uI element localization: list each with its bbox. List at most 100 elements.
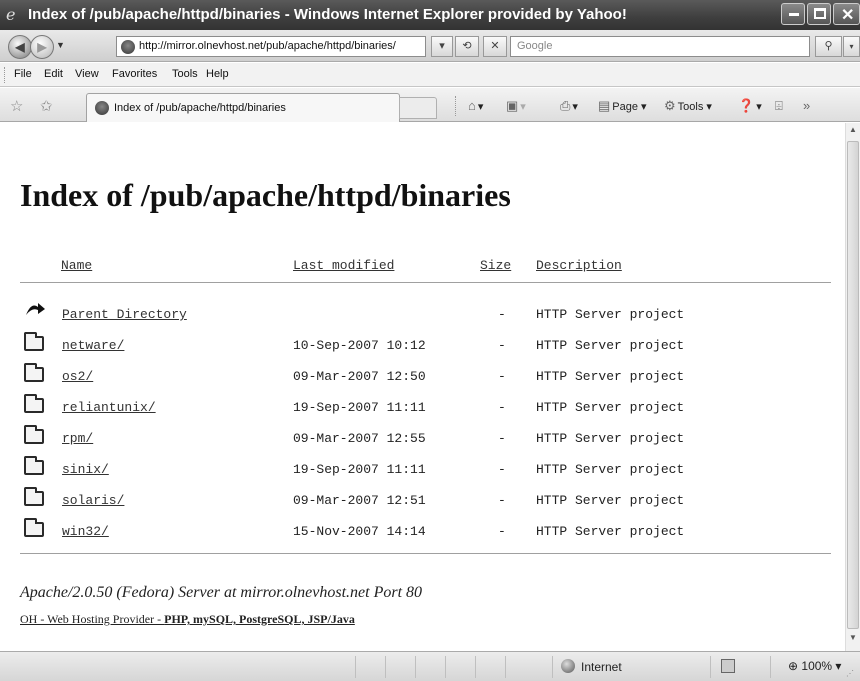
status-divider <box>770 656 771 678</box>
table-row: sinix/ 19-Sep-2007 11:11 - HTTP Server p… <box>20 456 831 484</box>
menu-edit[interactable]: Edit <box>44 68 63 80</box>
page-icon: ▤ <box>598 98 611 113</box>
entry-link[interactable]: Parent Directory <box>62 307 187 322</box>
research-icon: ⌹ <box>775 98 783 113</box>
address-dropdown-button[interactable]: ▾ <box>431 36 453 57</box>
protected-mode-icon[interactable] <box>721 659 735 673</box>
entry-link[interactable]: win32/ <box>62 524 109 539</box>
table-row: rpm/ 09-Mar-2007 12:55 - HTTP Server pro… <box>20 425 831 453</box>
server-signature: Apache/2.0.50 (Fedora) Server at mirror.… <box>20 584 423 601</box>
window-title: Index of /pub/apache/httpd/binaries - Wi… <box>28 6 627 23</box>
site-favicon-icon <box>95 101 109 115</box>
minimize-button[interactable] <box>781 3 805 25</box>
status-divider <box>475 656 476 678</box>
close-button[interactable]: ✕ <box>833 3 860 25</box>
entry-link[interactable]: sinix/ <box>62 462 109 477</box>
column-header-last-modified[interactable]: Last modified <box>293 258 394 273</box>
zoom-icon: ⊕ <box>788 659 802 673</box>
address-bar[interactable]: http://mirror.olnevhost.net/pub/apache/h… <box>116 36 426 57</box>
tab-current-page[interactable]: Index of /pub/apache/httpd/binaries <box>86 93 400 122</box>
refresh-icon: ⟲ <box>462 40 472 52</box>
search-button[interactable]: ⚲ <box>815 36 842 57</box>
search-options-button[interactable]: ▾ <box>843 36 860 57</box>
status-divider <box>385 656 386 678</box>
hosting-provider-link[interactable]: OH - Web Hosting Provider - PHP, mySQL, … <box>20 612 355 627</box>
menu-file[interactable]: File <box>14 68 32 80</box>
toolbar-overflow-button[interactable]: » <box>803 98 812 113</box>
search-box[interactable]: Google <box>510 36 810 57</box>
entry-link[interactable]: netware/ <box>62 338 124 353</box>
table-row: win32/ 15-Nov-2007 14:14 - HTTP Server p… <box>20 518 831 546</box>
search-placeholder: Google <box>517 40 553 52</box>
zoom-level-label: 100% <box>801 659 833 673</box>
entry-size: - <box>498 431 506 446</box>
entry-size: - <box>498 307 506 322</box>
entry-size: - <box>498 462 506 477</box>
favorites-star-icon[interactable]: ☆ <box>10 97 23 115</box>
status-divider <box>415 656 416 678</box>
table-row: solaris/ 09-Mar-2007 12:51 - HTTP Server… <box>20 487 831 515</box>
gear-icon: ⚙ <box>664 98 676 113</box>
help-icon: ❓ <box>738 98 755 113</box>
tools-menu-label: Tools <box>677 101 704 113</box>
print-button[interactable]: ⎙ ▾ <box>560 98 578 114</box>
page-menu-button[interactable]: ▤ Page ▾ <box>598 98 647 114</box>
folder-icon <box>24 487 44 506</box>
chevron-right-icon: » <box>803 98 811 113</box>
help-button[interactable]: ❓ ▾ <box>738 98 762 114</box>
parent-directory-icon <box>24 301 45 319</box>
scroll-down-arrow-icon[interactable]: ▼ <box>846 633 860 649</box>
zoom-level[interactable]: ⊕ 100% ▾ <box>788 659 841 673</box>
add-favorites-icon[interactable]: ✩ <box>40 97 53 115</box>
address-url[interactable]: http://mirror.olnevhost.net/pub/apache/h… <box>139 40 396 52</box>
refresh-button[interactable]: ⟲ <box>455 36 479 57</box>
column-header-description[interactable]: Description <box>536 258 622 273</box>
chevron-down-icon: ▾ <box>439 40 445 52</box>
maximize-button[interactable] <box>807 3 831 25</box>
title-bar: e Index of /pub/apache/httpd/binaries - … <box>0 0 860 30</box>
entry-size: - <box>498 338 506 353</box>
entry-link[interactable]: reliantunix/ <box>62 400 156 415</box>
menu-bar: File Edit View Favorites Tools Help <box>0 63 860 87</box>
menu-help[interactable]: Help <box>206 68 229 80</box>
folder-icon <box>24 425 44 444</box>
ie-logo-icon: e <box>6 5 16 24</box>
entry-modified: 09-Mar-2007 12:50 <box>293 369 426 384</box>
status-divider <box>710 656 711 678</box>
stop-button[interactable]: ✕ <box>483 36 507 57</box>
entry-modified: 19-Sep-2007 11:11 <box>293 400 426 415</box>
menu-tools[interactable]: Tools <box>172 68 198 80</box>
tools-menu-button[interactable]: ⚙ Tools ▾ <box>664 98 712 114</box>
printer-icon: ⎙ <box>560 98 571 113</box>
status-divider <box>445 656 446 678</box>
back-button[interactable]: ◀ <box>8 35 32 59</box>
column-header-name[interactable]: Name <box>61 258 92 273</box>
entry-link[interactable]: rpm/ <box>62 431 93 446</box>
security-zone-label: Internet <box>581 660 622 674</box>
security-zone[interactable]: Internet <box>561 659 622 674</box>
vertical-scrollbar[interactable]: ▲ ▼ <box>845 123 860 651</box>
menu-favorites[interactable]: Favorites <box>112 68 157 80</box>
status-divider <box>355 656 356 678</box>
menu-view[interactable]: View <box>75 68 99 80</box>
entry-link[interactable]: solaris/ <box>62 493 124 508</box>
column-header-size[interactable]: Size <box>480 258 511 273</box>
research-button[interactable]: ⌹ <box>775 98 785 114</box>
resize-grip-icon[interactable]: ⋰ <box>846 669 854 678</box>
header-divider <box>20 282 831 283</box>
folder-icon <box>24 518 44 537</box>
feeds-button[interactable]: ▣ ▾ <box>506 98 526 114</box>
recent-pages-dropdown[interactable]: ▼ <box>56 40 65 50</box>
home-button[interactable]: ⌂ ▾ <box>468 98 483 113</box>
scroll-up-arrow-icon[interactable]: ▲ <box>846 125 860 141</box>
entry-link[interactable]: os2/ <box>62 369 93 384</box>
new-tab-button[interactable] <box>399 97 437 119</box>
entry-description: HTTP Server project <box>536 524 685 539</box>
table-row: os2/ 09-Mar-2007 12:50 - HTTP Server pro… <box>20 363 831 391</box>
forward-button[interactable]: ▶ <box>30 35 54 59</box>
entry-modified: 09-Mar-2007 12:55 <box>293 431 426 446</box>
tab-label: Index of /pub/apache/httpd/binaries <box>114 102 286 114</box>
entry-description: HTTP Server project <box>536 462 685 477</box>
entry-size: - <box>498 400 506 415</box>
scrollbar-thumb[interactable] <box>847 141 859 629</box>
